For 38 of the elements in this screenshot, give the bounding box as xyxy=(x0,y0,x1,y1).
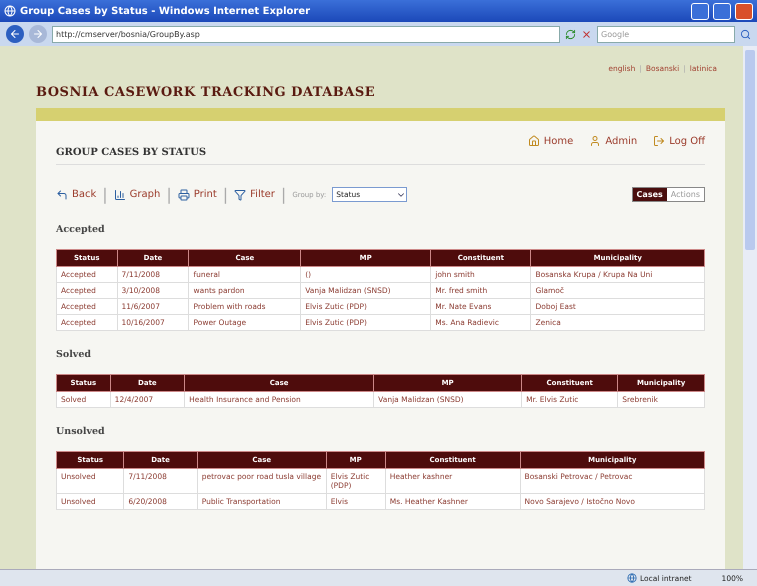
forward-arrow-icon xyxy=(32,28,44,40)
page-title: GROUP CASES BY STATUS xyxy=(56,147,705,165)
group-heading: Accepted xyxy=(56,224,106,235)
exit-icon xyxy=(653,135,666,147)
separator: | xyxy=(222,185,228,204)
close-button[interactable] xyxy=(735,2,753,20)
separator: | xyxy=(166,185,172,204)
toolbar-link[interactable]: Graph xyxy=(114,188,160,200)
group-heading: Unsolved xyxy=(56,426,106,437)
refresh-icon[interactable] xyxy=(565,28,576,40)
back-button[interactable] xyxy=(6,25,24,43)
search-icon[interactable] xyxy=(740,28,751,40)
person-icon xyxy=(589,135,602,147)
minimize-button[interactable] xyxy=(691,2,709,20)
separator: | xyxy=(280,185,286,204)
maximize-button[interactable] xyxy=(713,2,731,20)
view-tab[interactable]: Cases xyxy=(632,188,667,201)
site-title: BOSNIA CASEWORK TRACKING DATABASE xyxy=(36,85,376,100)
globe-icon xyxy=(626,573,637,583)
nav-link[interactable]: Home xyxy=(528,135,574,147)
group-heading: Solved xyxy=(56,349,92,360)
stop-icon[interactable] xyxy=(581,28,592,40)
nav-link[interactable]: Log Off xyxy=(653,135,705,147)
printer-icon xyxy=(178,188,190,200)
separator: | xyxy=(102,185,108,204)
back-arrow-icon xyxy=(9,28,21,40)
toolbar-link[interactable]: Print xyxy=(178,188,217,200)
scrollbar[interactable] xyxy=(743,46,757,569)
browser-icon xyxy=(4,5,16,17)
home-icon xyxy=(528,135,540,147)
window-title: Group Cases by Status - Windows Internet Explorer xyxy=(20,6,312,16)
toolbar-link[interactable]: Back xyxy=(56,188,96,200)
nav-link[interactable]: Admin xyxy=(589,135,638,147)
toolbar-link[interactable]: Filter xyxy=(234,188,275,200)
filter-icon xyxy=(234,188,246,200)
back-arrow-icon xyxy=(56,188,68,200)
bar-chart-icon xyxy=(114,188,126,200)
address-field[interactable]: http://cmserver/bosnia/GroupBy.asp xyxy=(52,26,560,42)
